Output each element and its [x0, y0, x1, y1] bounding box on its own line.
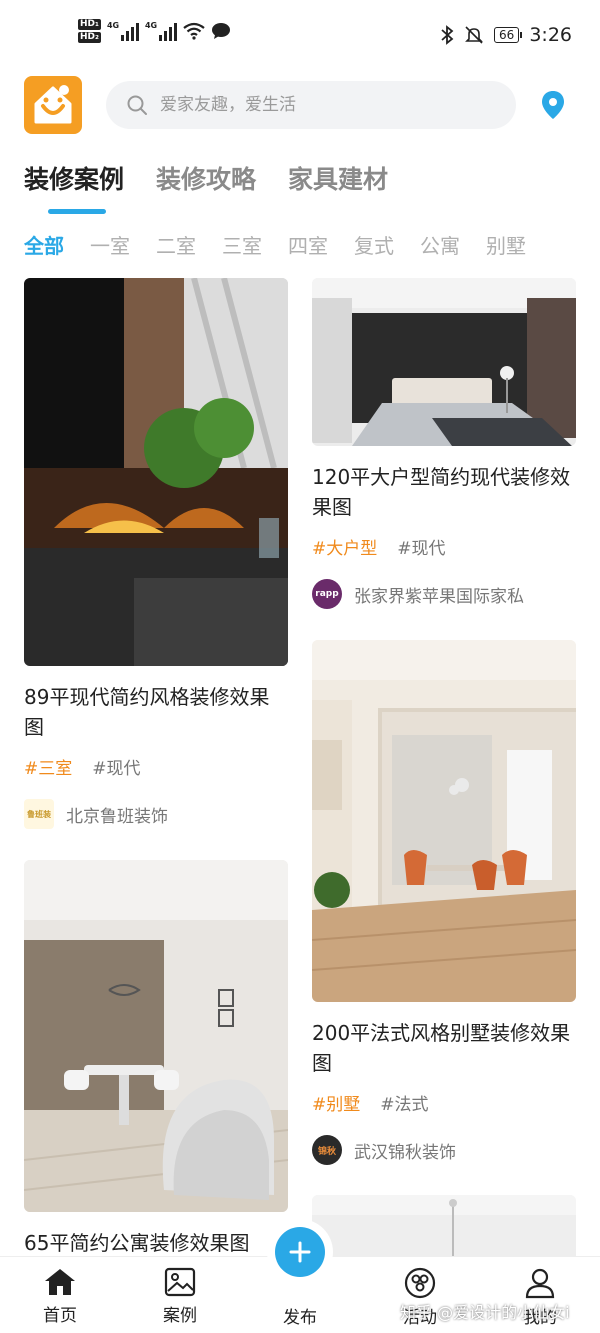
nav-publish-label[interactable]: 发布 [265, 1303, 335, 1328]
case-card[interactable]: 65平简约公寓装修效果图 [24, 860, 288, 1256]
case-photo-partial [312, 1195, 576, 1256]
avatar-text: 鲁班装 [27, 809, 51, 819]
category-tabs: 全部 一室 二室 三室 四室 复式 公寓 别墅 [24, 230, 600, 259]
nav-cases-label: 案例 [163, 1306, 197, 1326]
app-logo[interactable] [24, 76, 82, 134]
author-name: 北京鲁班装饰 [66, 806, 168, 827]
category-tab-all[interactable]: 全部 [24, 230, 64, 259]
case-author[interactable]: rapp 张家界紫苹果国际家私 [312, 579, 576, 609]
main-tabs: 装修案例 装修攻略 家具建材 [24, 160, 388, 214]
case-author[interactable]: 鲁班装 北京鲁班装饰 [24, 799, 288, 829]
battery-icon: 66 [494, 27, 523, 43]
case-tag[interactable]: #现代 [92, 754, 140, 779]
hd-icon: HD₁ HD₂ [78, 19, 101, 43]
case-tag[interactable]: #大户型 [312, 534, 377, 559]
mute-bell-icon [465, 26, 483, 44]
case-photo-dining-room [24, 860, 288, 1212]
case-tag[interactable]: #法式 [380, 1090, 428, 1115]
case-title: 200平法式风格别墅装修效果图 [312, 1021, 571, 1075]
case-tag[interactable]: #三室 [24, 754, 72, 779]
picture-icon [164, 1267, 196, 1297]
author-name: 武汉锦秋装饰 [354, 1142, 456, 1163]
avatar-text: 锦秋 [317, 1146, 336, 1157]
category-tab-1room[interactable]: 一室 [90, 230, 130, 259]
publish-button-circle [275, 1227, 325, 1277]
search-bar[interactable] [106, 81, 516, 129]
clock: 3:26 [529, 24, 572, 46]
tab-decoration-cases[interactable]: 装修案例 [24, 160, 124, 214]
status-right: 66 3:26 [440, 24, 572, 46]
author-name: 张家界紫苹果国际家私 [354, 586, 524, 607]
case-title: 120平大户型简约现代装修效果图 [312, 465, 571, 519]
case-tags: #三室 #现代 [24, 754, 288, 779]
activity-icon [404, 1267, 436, 1299]
tab-decoration-guides[interactable]: 装修攻略 [156, 160, 256, 214]
watermark: 知乎 @爱设计的小仙女i [400, 1303, 570, 1322]
case-card[interactable]: 200平法式风格别墅装修效果图 #别墅 #法式 锦秋 武汉锦秋装饰 [312, 640, 576, 1165]
case-tags: #大户型 #现代 [312, 534, 576, 559]
user-icon [525, 1268, 555, 1299]
case-feed: 89平现代简约风格装修效果图 #三室 #现代 鲁班装 北京鲁班装饰 65平简约公… [0, 278, 600, 1256]
case-photo-fireplace [24, 278, 288, 666]
case-tag[interactable]: #现代 [397, 534, 445, 559]
app-header [0, 72, 600, 138]
network-type-2: 4G [144, 21, 158, 30]
category-tab-3room[interactable]: 三室 [222, 230, 262, 259]
case-tags: #别墅 #法式 [312, 1090, 576, 1115]
nav-cases[interactable]: 案例 [145, 1267, 215, 1326]
signal-icon-1: 4G [107, 21, 139, 41]
case-title: 65平简约公寓装修效果图 [24, 1231, 250, 1255]
nav-home[interactable]: 首页 [25, 1267, 95, 1326]
bluetooth-icon [441, 25, 454, 45]
category-tab-duplex[interactable]: 复式 [354, 230, 394, 259]
search-icon [127, 95, 147, 115]
search-input[interactable] [160, 95, 460, 115]
tab-furniture-materials[interactable]: 家具建材 [288, 160, 388, 214]
message-icon [211, 23, 230, 39]
signal-icon-2: 4G [145, 21, 177, 41]
status-bar: HD₁ HD₂ 4G 4G 66 3:26 [0, 0, 600, 70]
case-title: 89平现代简约风格装修效果图 [24, 685, 270, 739]
location-pin-icon[interactable] [540, 90, 566, 120]
bottom-navigation: 首页 案例 发布 活动 我的 知乎 @爱设计的小仙女i [0, 1219, 600, 1333]
wifi-icon [183, 22, 205, 40]
case-card[interactable] [312, 1195, 576, 1256]
nav-home-label: 首页 [43, 1306, 77, 1326]
avatar-text: rapp [315, 589, 339, 599]
network-type-1: 4G [106, 21, 120, 30]
publish-button[interactable] [267, 1219, 333, 1285]
case-tag[interactable]: #别墅 [312, 1090, 360, 1115]
case-card[interactable]: 120平大户型简约现代装修效果图 #大户型 #现代 rapp 张家界紫苹果国际家… [312, 278, 576, 609]
author-avatar: rapp [312, 579, 342, 609]
category-tab-villa[interactable]: 别墅 [486, 230, 526, 259]
status-left: HD₁ HD₂ 4G 4G [78, 18, 231, 44]
case-photo-bedroom [312, 278, 576, 446]
case-card[interactable]: 89平现代简约风格装修效果图 #三室 #现代 鲁班装 北京鲁班装饰 [24, 278, 288, 829]
category-tab-apartment[interactable]: 公寓 [420, 230, 460, 259]
case-photo-french-dining [312, 640, 576, 1002]
author-avatar: 锦秋 [312, 1135, 342, 1165]
author-avatar: 鲁班装 [24, 799, 54, 829]
case-author[interactable]: 锦秋 武汉锦秋装饰 [312, 1135, 576, 1165]
category-tab-4room[interactable]: 四室 [288, 230, 328, 259]
plus-icon [289, 1241, 311, 1263]
home-icon [45, 1269, 75, 1295]
category-tab-2room[interactable]: 二室 [156, 230, 196, 259]
house-smile-icon [34, 85, 72, 124]
